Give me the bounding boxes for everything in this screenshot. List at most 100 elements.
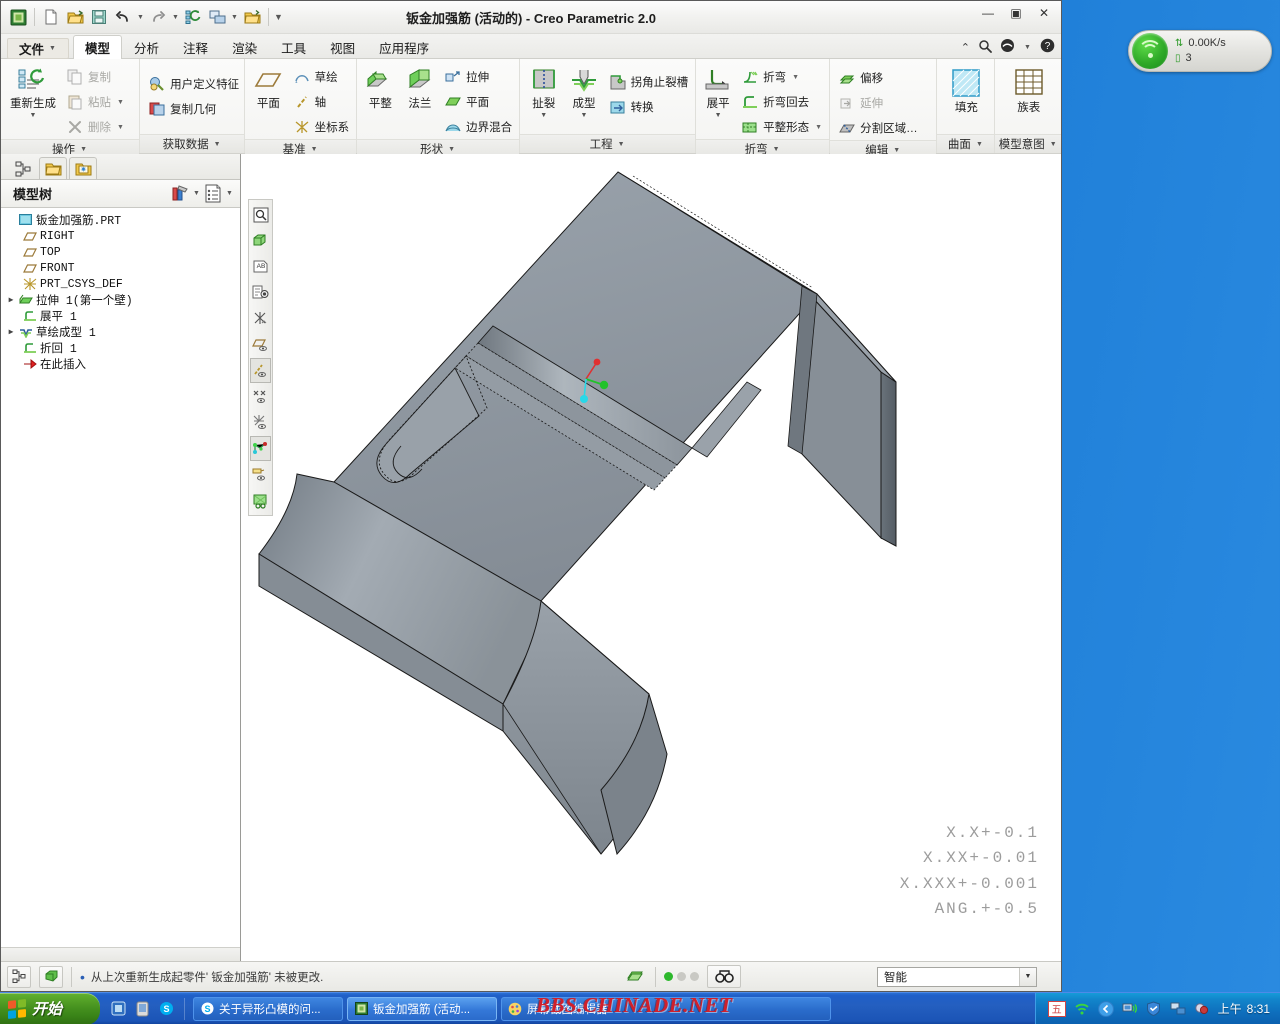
tab-model[interactable]: 模型	[73, 35, 123, 59]
extrude-button[interactable]: 拉伸	[441, 65, 515, 89]
fill-surface-button[interactable]: 填充	[942, 64, 990, 115]
tab-tools[interactable]: 工具	[269, 35, 318, 59]
network-connection-icon[interactable]	[1170, 1001, 1186, 1017]
close-button[interactable]: ✕	[1031, 4, 1057, 22]
delete-button[interactable]: 删除 ▼	[63, 115, 127, 139]
tree-item-unbend1[interactable]: 展平 1	[5, 308, 240, 324]
regeneration-status-icon[interactable]	[623, 966, 647, 988]
minimize-button[interactable]: —	[975, 4, 1001, 22]
tree-settings-icon[interactable]	[201, 183, 225, 205]
new-file-icon[interactable]	[40, 6, 62, 28]
security-shield-icon[interactable]	[1146, 1001, 1162, 1017]
form-button[interactable]: 成型 ▼	[565, 64, 602, 119]
close-window-icon[interactable]	[241, 6, 263, 28]
window-switch-dropdown-icon[interactable]: ▼	[230, 14, 239, 21]
maximize-button[interactable]: ▣	[1003, 4, 1029, 22]
group-expand-icon[interactable]: ▼	[310, 146, 319, 153]
network-monitor-icon[interactable]	[1122, 1001, 1138, 1017]
group-expand-icon[interactable]: ▼	[892, 147, 901, 154]
tab-applications[interactable]: 应用程序	[367, 35, 441, 59]
chevron-down-icon[interactable]: ▼	[1019, 967, 1036, 986]
bend-back-button[interactable]: 折弯回去	[738, 90, 825, 114]
fill-plane-button[interactable]: 平面	[441, 90, 515, 114]
task-item-creo[interactable]: 钣金加强筋 (活动...	[347, 996, 497, 1021]
ime-indicator-icon[interactable]: 五	[1047, 1000, 1066, 1017]
tab-view[interactable]: 视图	[318, 35, 367, 59]
tree-item-form1[interactable]: ▶ 草绘成型 1	[5, 324, 240, 340]
folder-browser-tab[interactable]	[39, 157, 67, 179]
tree-filters-icon[interactable]	[168, 183, 192, 205]
tree-item-front[interactable]: FRONT	[5, 260, 240, 276]
group-expand-icon[interactable]: ▼	[79, 146, 88, 153]
show-desktop-icon[interactable]	[110, 1001, 126, 1017]
collapse-ribbon-icon[interactable]: ⌃	[961, 41, 970, 54]
datum-axis-button[interactable]: 轴	[290, 90, 353, 114]
sound-icon[interactable]	[1194, 1001, 1210, 1017]
rip-dropdown-icon[interactable]: ▼	[540, 112, 547, 119]
redo-icon[interactable]	[147, 6, 169, 28]
coordinate-system-button[interactable]: 坐标系	[290, 115, 353, 139]
skype-icon[interactable]: S	[158, 1001, 174, 1017]
tree-filters-dropdown-icon[interactable]: ▼	[192, 190, 201, 197]
shaded-display-icon[interactable]	[39, 965, 63, 988]
unbend-button[interactable]: 展平 ▼	[701, 64, 735, 119]
undo-dropdown-icon[interactable]: ▼	[136, 14, 145, 21]
unbend-dropdown-icon[interactable]: ▼	[715, 112, 722, 119]
model-tree-tab[interactable]	[9, 157, 37, 179]
group-expand-icon[interactable]: ▼	[213, 141, 222, 148]
save-icon[interactable]	[88, 6, 110, 28]
help-icon[interactable]: ?	[1040, 38, 1055, 56]
udf-button[interactable]: 用户定义特征	[145, 72, 242, 96]
delete-dropdown-icon[interactable]: ▼	[117, 124, 124, 131]
tab-file[interactable]: 文件 ▼	[7, 38, 70, 59]
selection-filter-combobox[interactable]: 智能 ▼	[877, 966, 1037, 987]
regenerate-icon[interactable]	[182, 6, 204, 28]
boundary-blend-button[interactable]: 边界混合	[441, 115, 515, 139]
family-table-button[interactable]: 族表	[1001, 64, 1057, 115]
selection-filter-icon[interactable]	[707, 965, 741, 988]
undo-icon[interactable]	[112, 6, 134, 28]
offset-button[interactable]: 偏移	[835, 66, 921, 90]
expander-icon[interactable]: ▶	[5, 295, 17, 305]
regenerate-button[interactable]: 重新生成 ▼	[6, 64, 60, 119]
corner-relief-button[interactable]: 拐角止裂槽	[606, 70, 692, 94]
paste-dropdown-icon[interactable]: ▼	[117, 99, 124, 106]
group-expand-icon[interactable]: ▼	[975, 141, 984, 148]
tab-render[interactable]: 渲染	[220, 35, 269, 59]
copy-button[interactable]: 复制	[63, 65, 127, 89]
group-expand-icon[interactable]: ▼	[617, 141, 626, 148]
network-speed-widget[interactable]: ⇅ 0.00K/s ▯ 3	[1128, 30, 1272, 72]
tab-analysis[interactable]: 分析	[122, 35, 171, 59]
tree-item-extrude1[interactable]: ▶ 拉伸 1(第一个壁)	[5, 292, 240, 308]
form-dropdown-icon[interactable]: ▼	[581, 112, 588, 119]
bend-dropdown-icon[interactable]: ▼	[792, 74, 799, 81]
flat-wall-button[interactable]: 平整	[362, 64, 399, 111]
flat-state-button[interactable]: 平整形态 ▼	[738, 115, 825, 139]
tree-item-csys[interactable]: PRT_CSYS_DEF	[5, 276, 240, 292]
tree-settings-dropdown-icon[interactable]: ▼	[225, 190, 234, 197]
model-tree-toggle-icon[interactable]	[7, 965, 31, 988]
taskbar-clock[interactable]: 上午 8:31	[1218, 1000, 1270, 1017]
creo-logo-icon[interactable]	[7, 6, 29, 28]
tree-item-bendback1[interactable]: 折回 1	[5, 340, 240, 356]
expander-icon[interactable]: ▶	[5, 327, 17, 337]
wifi-icon[interactable]	[1074, 1001, 1090, 1017]
graphics-viewport[interactable]: AB X.X+-0.1 X.XX+-0.01 X.XXX+-0.001 ANG.…	[241, 154, 1061, 961]
tree-item-part[interactable]: 钣金加强筋.PRT	[5, 212, 240, 228]
customize-qat-icon[interactable]: ▼	[274, 12, 283, 22]
search-icon[interactable]	[978, 39, 992, 56]
window-switch-icon[interactable]	[206, 6, 228, 28]
task-item-skype[interactable]: S 关于异形凸模的问...	[193, 996, 343, 1021]
media-player-icon[interactable]	[134, 1001, 150, 1017]
tree-item-top[interactable]: TOP	[5, 244, 240, 260]
quick-link-dropdown-icon[interactable]: ▼	[1023, 44, 1032, 51]
datum-plane-button[interactable]: 平面	[250, 64, 287, 111]
extend-button[interactable]: 延伸	[835, 91, 921, 115]
quick-link-icon[interactable]	[1000, 38, 1015, 56]
rip-button[interactable]: 扯裂 ▼	[525, 64, 562, 119]
sheet-metal-model[interactable]	[241, 154, 1061, 874]
conversion-button[interactable]: 转换	[606, 95, 692, 119]
tab-annotate[interactable]: 注释	[171, 35, 220, 59]
start-button[interactable]: 开始	[0, 992, 100, 1024]
open-file-icon[interactable]	[64, 6, 86, 28]
